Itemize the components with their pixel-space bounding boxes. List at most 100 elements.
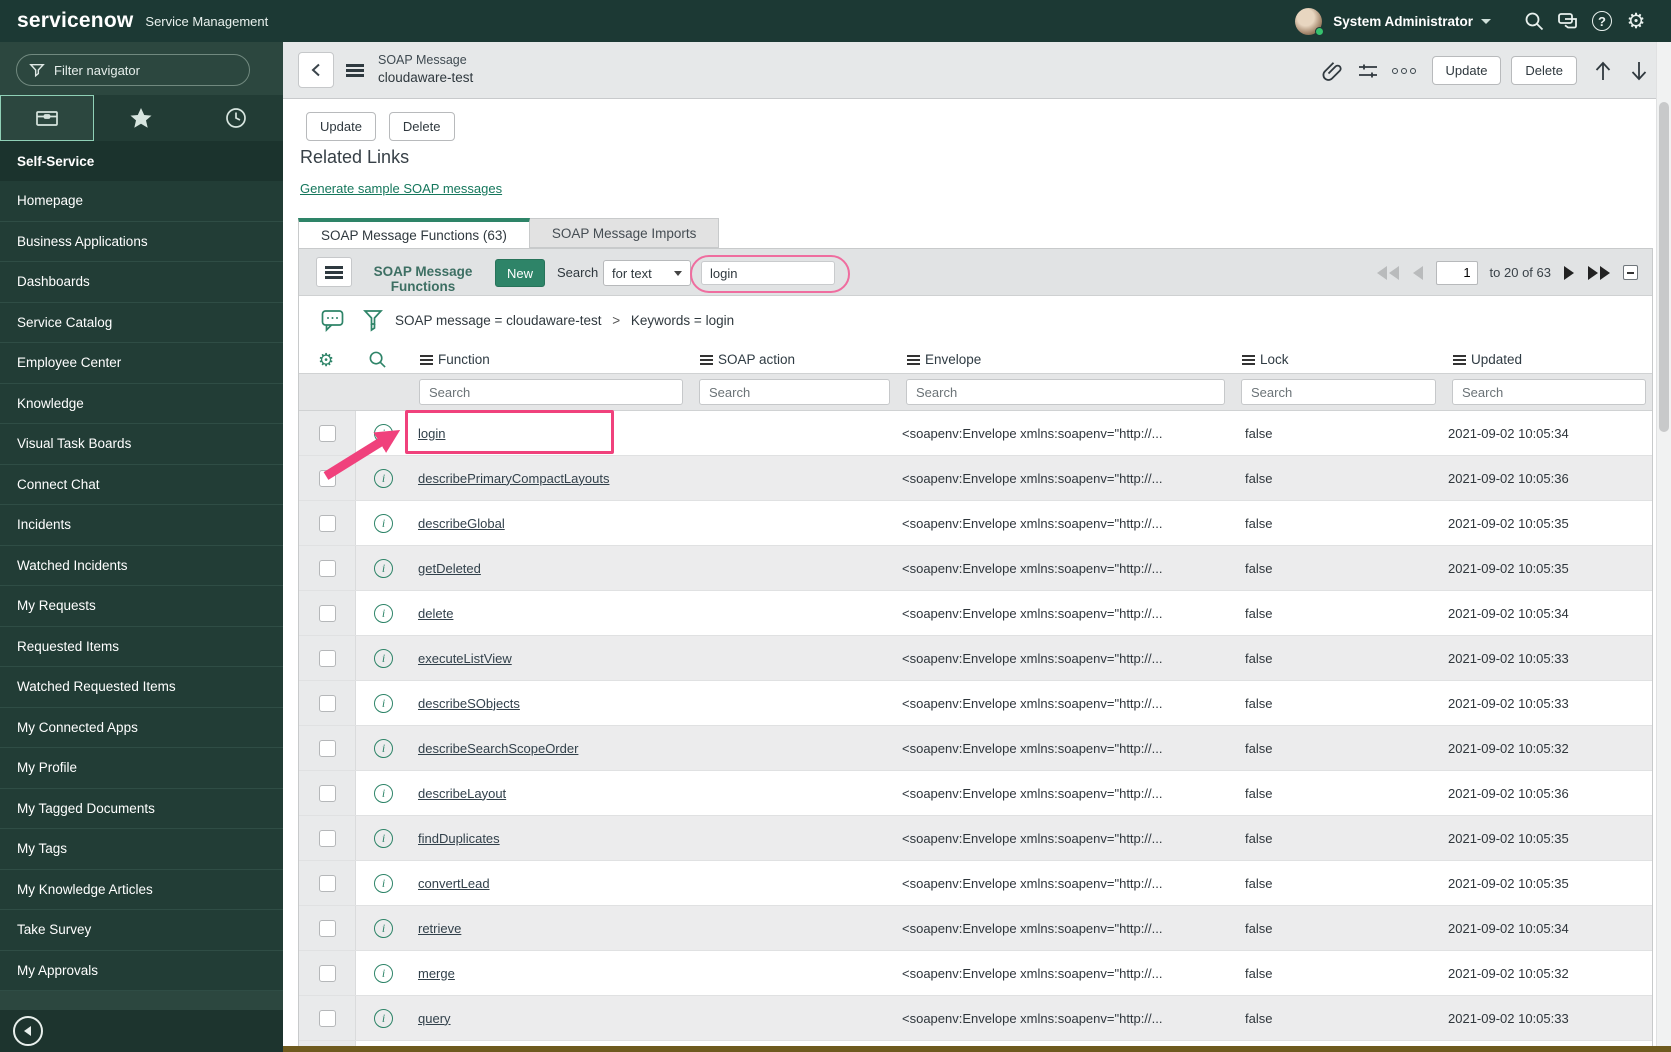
tab-soap-message-imports[interactable]: SOAP Message Imports — [529, 218, 720, 248]
column-menu-icon[interactable] — [1453, 354, 1466, 365]
search-field-select[interactable]: for text — [603, 260, 691, 286]
update-button[interactable]: Update — [306, 112, 376, 141]
list-search-icon[interactable] — [356, 350, 411, 369]
info-icon[interactable]: i — [374, 513, 393, 533]
delete-button[interactable]: Delete — [388, 112, 455, 141]
function-link[interactable]: findDuplicates — [418, 831, 500, 846]
row-checkbox[interactable] — [318, 874, 336, 892]
next-record-arrow-down-icon[interactable] — [1621, 53, 1657, 89]
row-checkbox[interactable] — [318, 649, 336, 667]
function-link[interactable]: query — [418, 1011, 451, 1026]
info-icon[interactable]: i — [374, 558, 393, 578]
collapse-list-icon[interactable] — [1623, 265, 1638, 280]
next-page-icon[interactable] — [1564, 265, 1574, 280]
connect-chat-icon[interactable] — [1551, 0, 1585, 42]
sidebar-item[interactable]: Service Catalog — [0, 302, 283, 343]
update-button-header[interactable]: Update — [1431, 56, 1502, 85]
first-page-icon[interactable] — [1376, 265, 1399, 280]
sidebar-item[interactable]: My Connected Apps — [0, 707, 283, 748]
filter-navigator-input[interactable] — [54, 62, 234, 78]
column-header[interactable]: Function — [411, 352, 691, 367]
collapse-sidebar-button[interactable] — [13, 1016, 43, 1046]
column-menu-icon[interactable] — [1242, 354, 1255, 365]
column-header[interactable]: Lock — [1233, 352, 1444, 367]
sidebar-item[interactable]: Connect Chat — [0, 464, 283, 505]
column-search-input[interactable] — [1452, 379, 1646, 405]
function-link[interactable]: getDeleted — [418, 561, 481, 576]
previous-page-icon[interactable] — [1412, 265, 1423, 280]
row-checkbox[interactable] — [318, 424, 336, 442]
info-icon[interactable]: i — [374, 918, 393, 938]
row-checkbox[interactable] — [318, 604, 336, 622]
info-icon[interactable]: i — [374, 783, 393, 803]
sidebar-item[interactable]: Knowledge — [0, 383, 283, 424]
sidebar-item[interactable]: Homepage — [0, 181, 283, 222]
row-checkbox[interactable] — [318, 559, 336, 577]
global-search-icon[interactable] — [1517, 0, 1551, 42]
list-context-menu-icon[interactable] — [316, 257, 352, 287]
sidebar-item[interactable]: Employee Center — [0, 343, 283, 384]
column-menu-icon[interactable] — [907, 354, 920, 365]
personalize-list-gear-icon[interactable]: ⚙ — [299, 351, 356, 369]
user-avatar[interactable] — [1295, 7, 1325, 36]
chevron-down-icon[interactable] — [1481, 18, 1491, 24]
breadcrumb-filter-1[interactable]: SOAP message = cloudaware-test — [395, 313, 601, 328]
sidebar-item[interactable]: Watched Requested Items — [0, 667, 283, 708]
info-icon[interactable]: i — [374, 468, 393, 488]
sidebar-item[interactable]: My Requests — [0, 586, 283, 627]
more-options-icon[interactable] — [1386, 53, 1422, 89]
info-icon[interactable]: i — [374, 1008, 393, 1028]
sidebar-item[interactable]: Business Applications — [0, 221, 283, 262]
info-icon[interactable]: i — [374, 963, 393, 983]
filter-funnel-icon[interactable] — [363, 309, 383, 338]
function-link[interactable]: describeSObjects — [418, 696, 520, 711]
function-link[interactable]: describeGlobal — [418, 516, 505, 531]
function-link[interactable]: describeSearchScopeOrder — [418, 741, 578, 756]
row-checkbox[interactable] — [318, 784, 336, 802]
sidebar-item[interactable]: My Profile — [0, 748, 283, 789]
help-icon[interactable]: ? — [1585, 0, 1619, 42]
function-link[interactable]: describeLayout — [418, 786, 506, 801]
function-link[interactable]: retrieve — [418, 921, 461, 936]
row-checkbox[interactable] — [318, 919, 336, 937]
sidebar-item[interactable]: My Tags — [0, 829, 283, 870]
column-search-input[interactable] — [1241, 379, 1436, 405]
user-menu[interactable]: System Administrator — [1333, 14, 1473, 29]
sidebar-item[interactable]: Take Survey — [0, 910, 283, 951]
column-menu-icon[interactable] — [700, 354, 713, 365]
function-link[interactable]: convertLead — [418, 876, 490, 891]
function-link[interactable]: login — [418, 426, 445, 441]
tab-favorites[interactable] — [94, 95, 188, 141]
function-link[interactable]: merge — [418, 966, 455, 981]
function-link[interactable]: delete — [418, 606, 453, 621]
row-checkbox[interactable] — [318, 829, 336, 847]
sidebar-item[interactable]: My Knowledge Articles — [0, 869, 283, 910]
row-checkbox[interactable] — [318, 739, 336, 757]
sidebar-item[interactable]: My Approvals — [0, 950, 283, 991]
delete-button-header[interactable]: Delete — [1511, 56, 1577, 85]
info-icon[interactable]: i — [374, 423, 393, 443]
info-icon[interactable]: i — [374, 648, 393, 668]
row-checkbox[interactable] — [318, 964, 336, 982]
function-link[interactable]: executeListView — [418, 651, 512, 666]
list-chat-icon[interactable] — [321, 309, 345, 338]
back-button[interactable] — [298, 52, 334, 88]
tab-all-applications[interactable] — [0, 95, 95, 141]
list-search-input[interactable] — [701, 261, 835, 285]
page-number-input[interactable] — [1435, 260, 1478, 285]
settings-gear-icon[interactable]: ⚙ — [1619, 0, 1653, 42]
function-link[interactable]: describePrimaryCompactLayouts — [418, 471, 609, 486]
row-checkbox[interactable] — [318, 469, 336, 487]
last-page-icon[interactable] — [1588, 265, 1610, 280]
attachment-paperclip-icon[interactable] — [1314, 53, 1350, 89]
tab-history[interactable] — [189, 95, 283, 141]
column-search-input[interactable] — [906, 379, 1225, 405]
generate-sample-soap-messages-link[interactable]: Generate sample SOAP messages — [300, 181, 502, 196]
filter-navigator[interactable] — [16, 54, 250, 86]
info-icon[interactable]: i — [374, 693, 393, 713]
row-checkbox[interactable] — [318, 1009, 336, 1027]
info-icon[interactable]: i — [374, 873, 393, 893]
info-icon[interactable]: i — [374, 828, 393, 848]
tab-soap-message-functions[interactable]: SOAP Message Functions (63) — [298, 218, 530, 248]
column-search-input[interactable] — [699, 379, 890, 405]
